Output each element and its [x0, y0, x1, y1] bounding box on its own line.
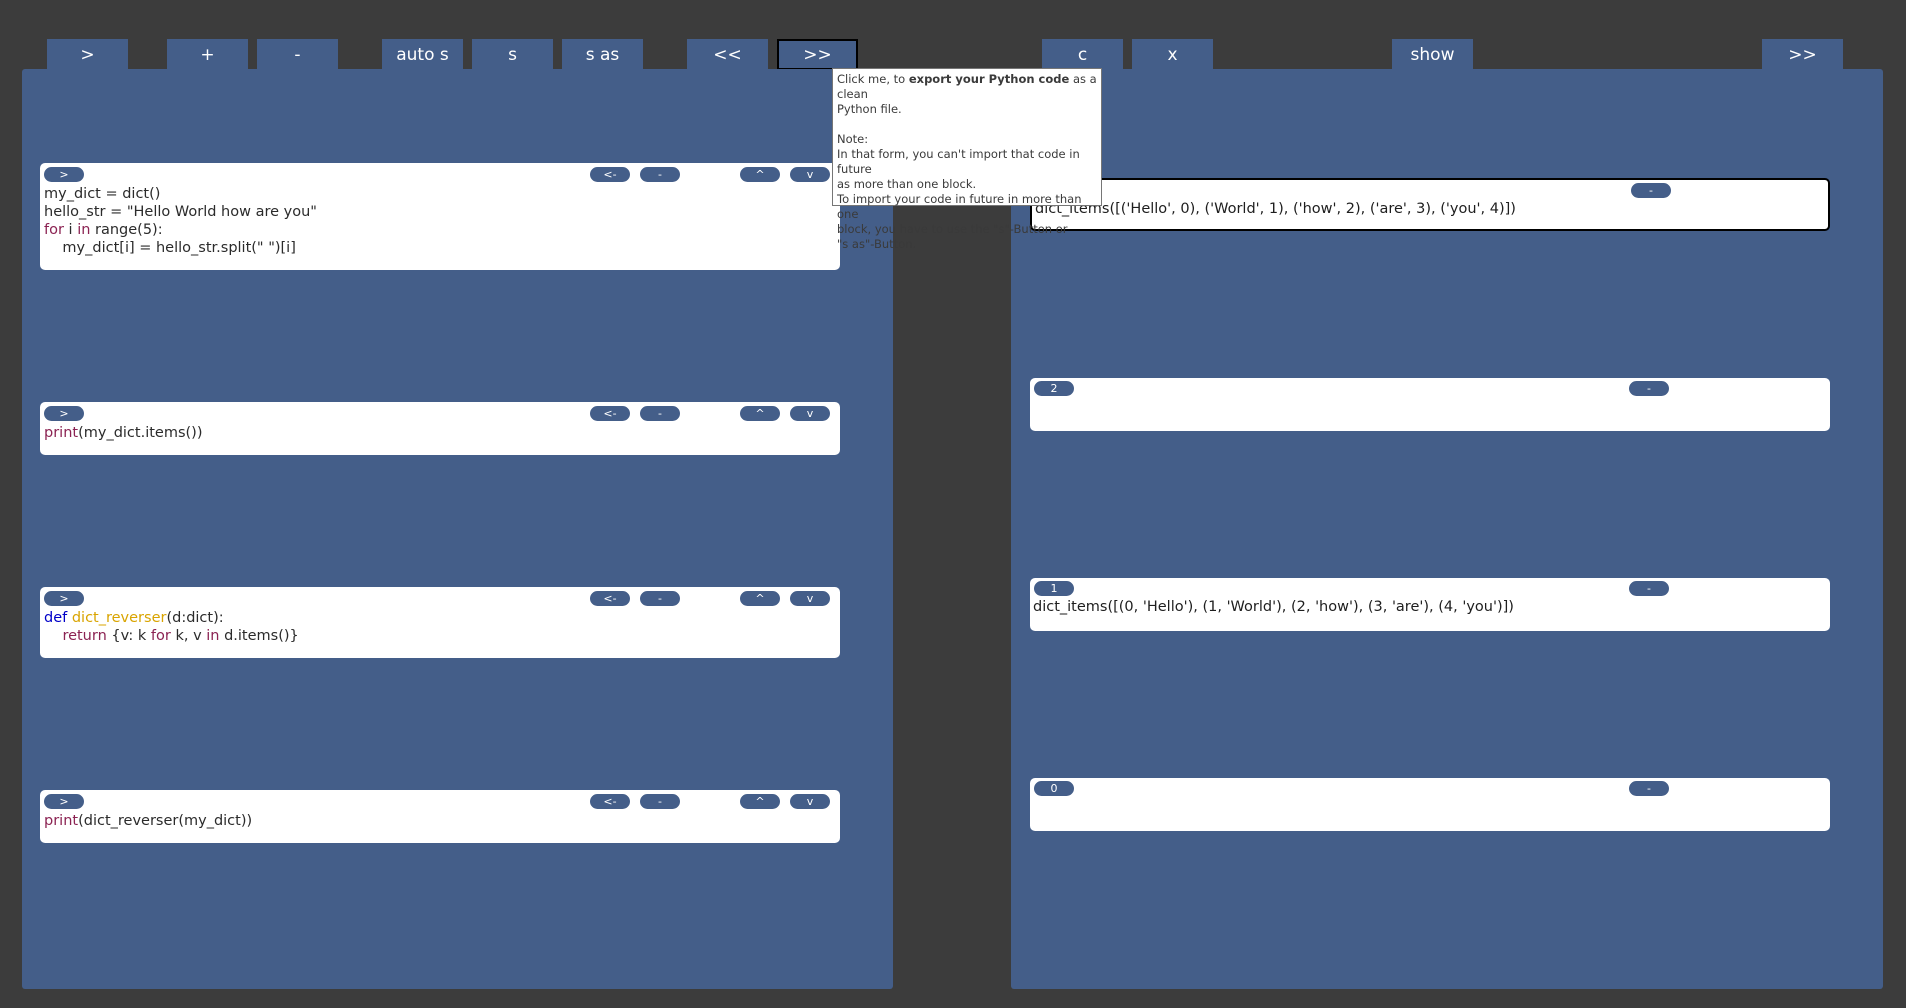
code-line: def dict_reverser(d:dict): [44, 610, 224, 626]
run-cell-button[interactable]: > [44, 167, 84, 182]
import-button[interactable]: << [687, 39, 768, 70]
tooltip-line: block, you have to use the "s"-Button or [837, 222, 1068, 236]
output-text: dict_items([('Hello', 0), ('World', 1), … [1035, 201, 1516, 217]
tooltip-line: Python file. [837, 102, 902, 116]
add-cell-button[interactable]: + [167, 39, 248, 70]
save-button[interactable]: s [472, 39, 553, 70]
back-cell-button[interactable]: <- [590, 406, 630, 421]
code-editor[interactable]: print(dict_reverser(my_dict)) [44, 812, 252, 830]
output-panel: - dict_items([('Hello', 0), ('World', 1)… [1011, 69, 1883, 989]
move-down-button[interactable]: v [790, 591, 830, 606]
output-block[interactable]: 2 - [1030, 378, 1830, 431]
code-cell[interactable]: > <- - ^ v print(my_dict.items()) [40, 402, 840, 455]
output-block[interactable]: 0 - [1030, 778, 1830, 831]
delete-cell-button[interactable]: - [640, 406, 680, 421]
output-block[interactable]: - dict_items([('Hello', 0), ('World', 1)… [1030, 178, 1830, 231]
code-line: for i in range(5): [44, 222, 163, 238]
delete-output-button[interactable]: - [1629, 581, 1669, 596]
move-down-button[interactable]: v [790, 167, 830, 182]
run-cell-button[interactable]: > [44, 591, 84, 606]
move-up-button[interactable]: ^ [740, 167, 780, 182]
output-index-badge: 1 [1034, 581, 1074, 596]
export-button[interactable]: >> [777, 39, 858, 70]
delete-cell-button[interactable]: - [640, 591, 680, 606]
move-up-button[interactable]: ^ [740, 406, 780, 421]
code-line: print(my_dict.items()) [44, 425, 203, 441]
code-editor[interactable]: def dict_reverser(d:dict): return {v: k … [44, 609, 299, 645]
code-line: return {v: k for k, v in d.items()} [62, 628, 299, 644]
auto-save-button[interactable]: auto s [382, 39, 463, 70]
code-line: print(dict_reverser(my_dict)) [44, 813, 253, 829]
expand-output-button[interactable]: >> [1762, 39, 1843, 70]
run-all-button[interactable]: > [47, 39, 128, 70]
tooltip-note-title: Note: [837, 132, 869, 146]
clear-button[interactable]: c [1042, 39, 1123, 70]
run-cell-button[interactable]: > [44, 406, 84, 421]
delete-output-button[interactable]: - [1631, 183, 1671, 198]
code-cell[interactable]: > <- - ^ v print(dict_reverser(my_dict)) [40, 790, 840, 843]
output-text: dict_items([(0, 'Hello'), (1, 'World'), … [1033, 599, 1514, 615]
tooltip-line: as more than one block. [837, 177, 977, 191]
back-cell-button[interactable]: <- [590, 794, 630, 809]
code-cell[interactable]: > <- - ^ v def dict_reverser(d:dict): re… [40, 587, 840, 658]
tooltip-line [837, 117, 1097, 132]
move-down-button[interactable]: v [790, 794, 830, 809]
tooltip-line: "s as"-Button. [837, 237, 917, 251]
code-editor[interactable]: my_dict = dict() hello_str = "Hello World… [44, 185, 317, 257]
output-index-badge: 0 [1034, 781, 1074, 796]
code-cell[interactable]: > <- - ^ v my_dict = dict() hello_str = "… [40, 163, 840, 270]
move-up-button[interactable]: ^ [740, 591, 780, 606]
move-up-button[interactable]: ^ [740, 794, 780, 809]
tooltip-line: Click me, to export your Python code as … [837, 72, 1097, 101]
delete-output-button[interactable]: - [1629, 381, 1669, 396]
tooltip-line: In that form, you can't import that code… [837, 147, 1080, 176]
export-tooltip: Click me, to export your Python code as … [832, 68, 1102, 251]
remove-cell-button[interactable]: - [257, 39, 338, 70]
save-as-button[interactable]: s as [562, 39, 643, 70]
close-button[interactable]: x [1132, 39, 1213, 70]
code-panel: > <- - ^ v my_dict = dict() hello_str = "… [22, 69, 893, 989]
back-cell-button[interactable]: <- [590, 591, 630, 606]
code-line: my_dict = dict() [44, 186, 161, 202]
run-cell-button[interactable]: > [44, 794, 84, 809]
show-button[interactable]: show [1392, 39, 1473, 70]
move-down-button[interactable]: v [790, 406, 830, 421]
code-line: hello_str = "Hello World how are you" [44, 204, 317, 220]
code-editor[interactable]: print(my_dict.items()) [44, 424, 202, 442]
output-index-badge: 2 [1034, 381, 1074, 396]
code-line: my_dict[i] = hello_str.split(" ")[i] [44, 240, 296, 256]
tooltip-line: To import your code in future in more th… [837, 192, 1082, 221]
delete-cell-button[interactable]: - [640, 167, 680, 182]
delete-output-button[interactable]: - [1629, 781, 1669, 796]
back-cell-button[interactable]: <- [590, 167, 630, 182]
output-block[interactable]: 1 - dict_items([(0, 'Hello'), (1, 'World… [1030, 578, 1830, 631]
delete-cell-button[interactable]: - [640, 794, 680, 809]
